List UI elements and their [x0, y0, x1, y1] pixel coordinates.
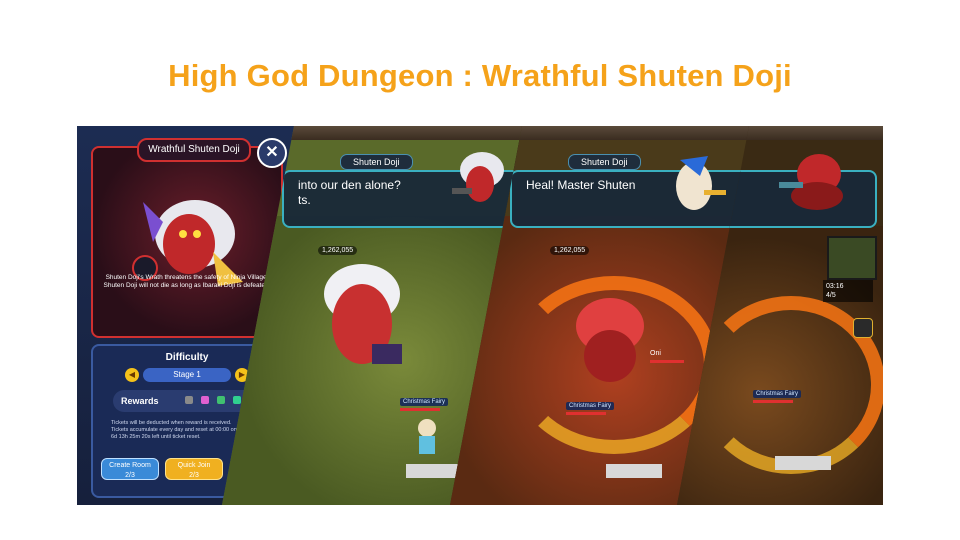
reward-leaf-icon [233, 396, 241, 404]
menu-grid-icon[interactable] [853, 318, 873, 338]
reward-gem-icon [201, 396, 209, 404]
censored-bar [775, 456, 831, 470]
close-icon[interactable]: ✕ [257, 138, 287, 168]
reward-item-icon [185, 396, 193, 404]
minimap[interactable] [827, 236, 877, 280]
screenshot-collage: Wrathful Shuten Doji ✕ Shuten Doji's Wra… [77, 126, 883, 505]
boss-portrait-icon [779, 154, 843, 210]
player-hp-bar [400, 408, 440, 411]
create-room-button[interactable]: Create Room 2/3 [101, 458, 159, 480]
rewards-label: Rewards [121, 396, 159, 406]
player-hp-bar [566, 412, 606, 415]
stage-prev-icon[interactable]: ◀ [125, 368, 139, 382]
dialog-speaker: Shuten Doji [340, 154, 413, 170]
boss-portrait-frame [91, 146, 283, 338]
censored-bar [606, 464, 662, 478]
speaker-portrait-icon [452, 152, 504, 202]
healer-portrait-icon [676, 156, 726, 210]
wave-counter: 4/5 [826, 292, 836, 299]
reward-crystal-icon [217, 396, 225, 404]
censored-bar [406, 464, 462, 478]
power-counter: 1,262,055 [550, 246, 590, 255]
boss-sprite-icon [576, 298, 644, 382]
stage-selector[interactable]: Stage 1 [143, 368, 231, 382]
timer-value: 03:16 [826, 283, 844, 290]
page-heading: High God Dungeon : Wrathful Shuten Doji [168, 58, 792, 93]
dialog-speaker: Shuten Doji [568, 154, 641, 170]
player-nametag: Christmas Fairy [753, 390, 802, 398]
player-sprite-icon [418, 419, 436, 454]
boss-title: Wrathful Shuten Doji [137, 138, 251, 162]
boss-sprite-icon [324, 264, 402, 364]
player-nametag: Christmas Fairy [400, 398, 449, 406]
player-hp-bar [753, 400, 793, 403]
player-nametag: Christmas Fairy [566, 402, 615, 410]
quick-join-label: Quick Join [177, 462, 211, 469]
boss-description: Shuten Doji's Wrath threatens the safety… [103, 274, 271, 289]
create-room-label: Create Room [109, 462, 151, 469]
battle-timer: 03:16 4/5 [823, 280, 873, 302]
quick-join-count: 2/3 [189, 472, 199, 479]
create-room-count: 2/3 [125, 472, 135, 479]
quick-join-button[interactable]: Quick Join 2/3 [165, 458, 223, 480]
